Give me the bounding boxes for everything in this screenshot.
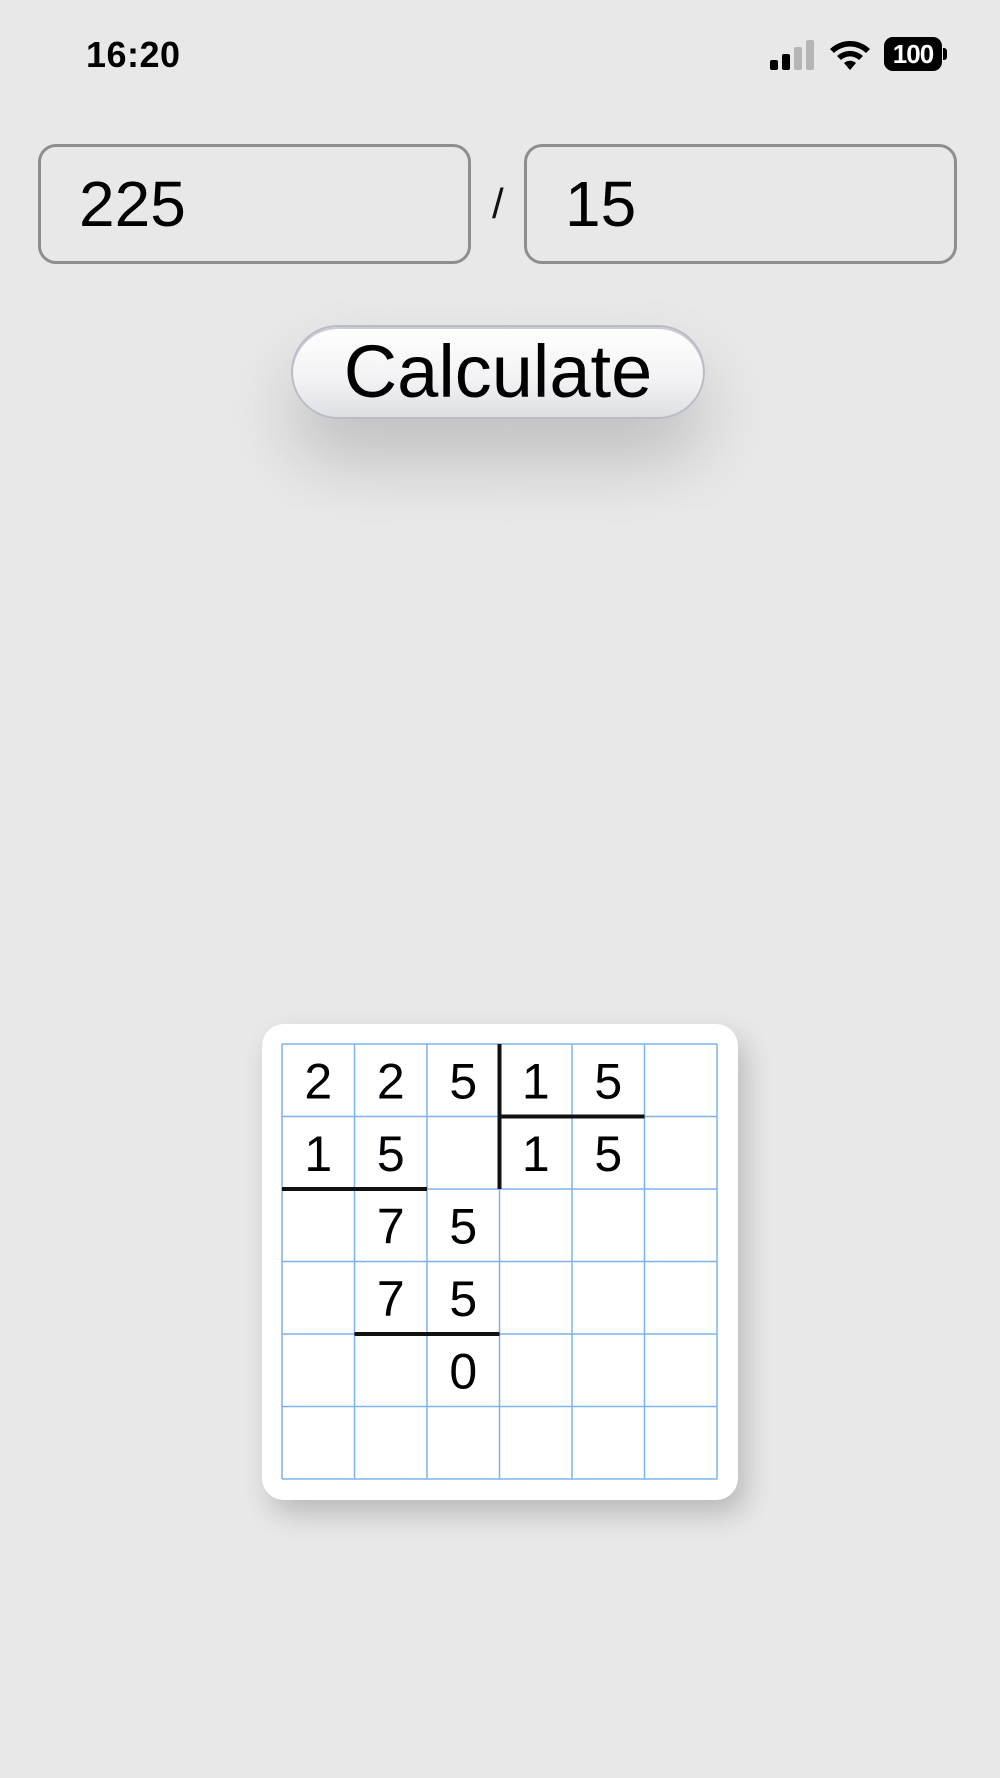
grid-digit: 5	[594, 1053, 622, 1109]
grid-digit: 1	[522, 1126, 550, 1182]
grid-digit: 1	[522, 1053, 550, 1109]
signal-icon	[770, 40, 814, 70]
battery-level: 100	[884, 37, 942, 71]
long-division-grid: 2 2 5 1 51 5 1 57 57 50	[281, 1043, 718, 1480]
grid-digit: 2	[304, 1053, 332, 1109]
grid-digit: 7	[377, 1271, 405, 1327]
grid-digit: 5	[449, 1198, 477, 1254]
wifi-icon	[830, 41, 870, 70]
long-division-card: 22515151575750	[262, 1024, 738, 1500]
calculate-button[interactable]: Calculate	[291, 325, 705, 419]
grid-digit: 5	[449, 1053, 477, 1109]
status-bar: 16:20 100	[0, 0, 1000, 100]
battery-tip	[943, 48, 947, 60]
grid-digit: 1	[304, 1126, 332, 1182]
status-time: 16:20	[86, 34, 181, 75]
battery-icon: 100	[884, 37, 948, 71]
grid-digit: 5	[594, 1126, 622, 1182]
division-operator: /	[492, 180, 504, 227]
grid-digit: 2	[377, 1053, 405, 1109]
grid-digit: 7	[377, 1198, 405, 1254]
grid-digit: 5	[377, 1126, 405, 1182]
dividend-field[interactable]	[38, 144, 471, 264]
divisor-field[interactable]	[524, 144, 957, 264]
grid-digit: 0	[449, 1343, 477, 1399]
grid-digit: 5	[449, 1271, 477, 1327]
